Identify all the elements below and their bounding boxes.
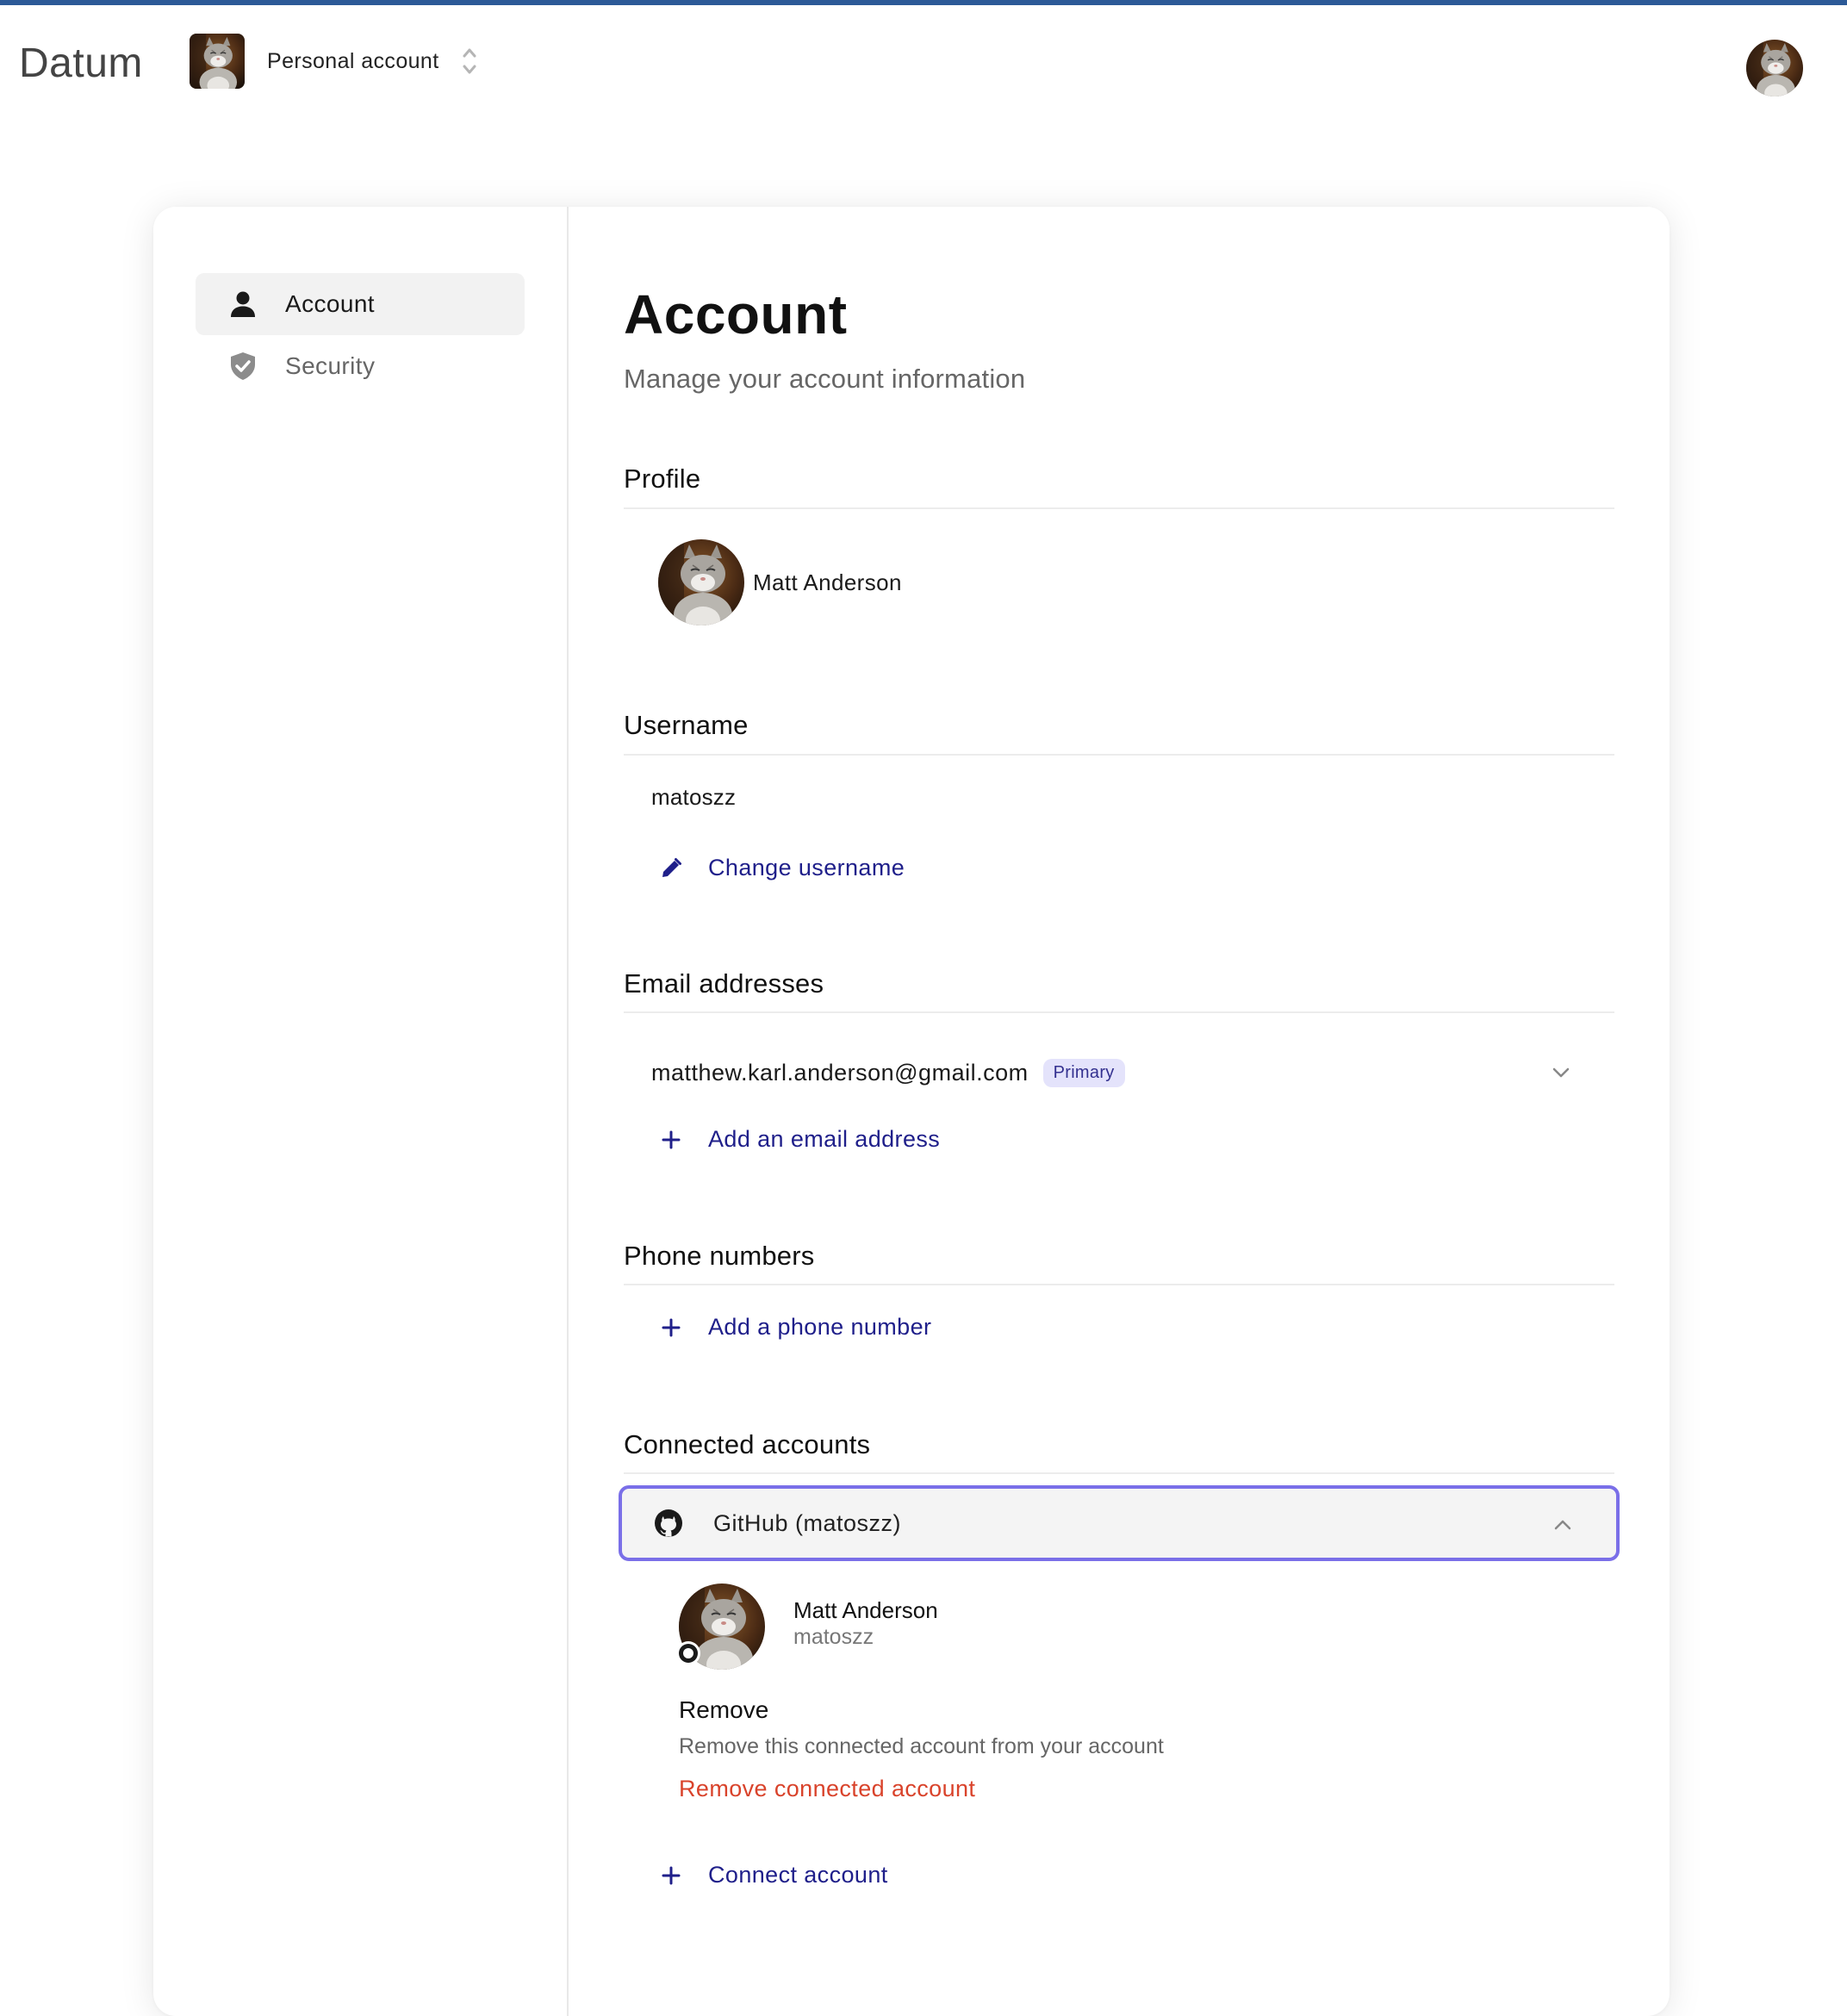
plus-icon — [658, 1863, 684, 1888]
section-divider — [624, 1011, 1614, 1013]
email-address: matthew.karl.anderson@gmail.com — [651, 1059, 1029, 1086]
remove-description: Remove this connected account from your … — [679, 1734, 1164, 1758]
sidebar-item-account[interactable]: Account — [196, 273, 525, 335]
connected-account-label: GitHub (matoszz) — [713, 1509, 902, 1536]
person-icon — [228, 289, 258, 319]
phone-section-title: Phone numbers — [624, 1241, 815, 1271]
chevron-up-down-icon — [463, 48, 476, 74]
page-title: Account — [624, 283, 848, 345]
add-phone-label: Add a phone number — [708, 1314, 932, 1340]
profile-name: Matt Anderson — [753, 569, 902, 595]
connect-account-label: Connect account — [708, 1862, 888, 1888]
email-list-item[interactable]: matthew.karl.anderson@gmail.com Primary — [624, 1047, 1614, 1098]
section-divider — [624, 1472, 1614, 1474]
connected-account-name: Matt Anderson — [793, 1597, 938, 1623]
primary-badge: Primary — [1042, 1058, 1125, 1087]
section-divider — [624, 507, 1614, 509]
section-divider — [624, 754, 1614, 756]
sidebar-item-label: Account — [285, 290, 375, 317]
card-divider — [567, 207, 569, 2016]
connected-account-username: matoszz — [793, 1625, 874, 1649]
chevron-up-icon — [1554, 1520, 1571, 1530]
change-username-label: Change username — [708, 855, 905, 880]
account-avatar — [190, 34, 245, 89]
email-section-title: Email addresses — [624, 968, 824, 999]
connect-account-button[interactable]: Connect account — [658, 1862, 888, 1888]
brand-logo[interactable]: Datum — [19, 40, 143, 87]
shield-check-icon — [228, 352, 258, 381]
username-value: matoszz — [651, 784, 737, 810]
pencil-icon — [658, 856, 684, 881]
user-menu-avatar[interactable] — [1746, 40, 1803, 96]
sidebar-item-label: Security — [285, 352, 376, 379]
remove-title: Remove — [679, 1696, 769, 1723]
sidebar-item-security[interactable]: Security — [196, 335, 525, 397]
change-username-button[interactable]: Change username — [658, 855, 905, 881]
add-phone-button[interactable]: Add a phone number — [658, 1314, 931, 1341]
app-header: Datum Personal account — [0, 5, 1847, 117]
add-email-button[interactable]: Add an email address — [658, 1126, 940, 1153]
settings-card: Account Security Account Manage your acc… — [153, 207, 1670, 2016]
page-subtitle: Manage your account information — [624, 364, 1026, 394]
chevron-down-icon[interactable] — [1549, 1061, 1573, 1085]
connected-account-github[interactable]: GitHub (matoszz) — [619, 1485, 1620, 1561]
profile-section-title: Profile — [624, 464, 701, 494]
github-badge-icon — [676, 1641, 700, 1665]
connected-section-title: Connected accounts — [624, 1429, 871, 1459]
account-switcher[interactable]: Personal account — [190, 33, 479, 90]
section-divider — [624, 1284, 1614, 1285]
plus-icon — [658, 1127, 684, 1153]
plus-icon — [658, 1315, 684, 1341]
add-email-label: Add an email address — [708, 1126, 941, 1152]
profile-avatar[interactable] — [658, 539, 744, 625]
account-switcher-label: Personal account — [267, 48, 439, 73]
github-icon — [655, 1509, 682, 1537]
username-section-title: Username — [624, 710, 749, 740]
remove-connected-account-button[interactable]: Remove connected account — [679, 1776, 975, 1802]
